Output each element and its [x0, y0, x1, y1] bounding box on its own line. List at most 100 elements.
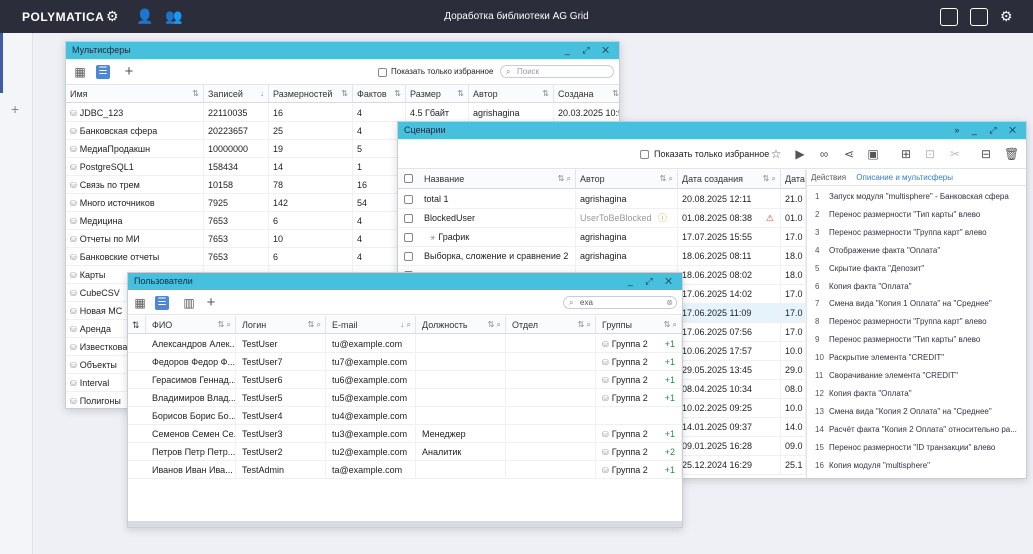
extra-groups-badge[interactable]: +1	[665, 425, 675, 443]
column-header[interactable]: ФИО ⇅ ⌕	[146, 316, 236, 333]
action-item[interactable]: 15 Перенос размерности "ID транзакции" вл…	[807, 439, 1026, 457]
column-header[interactable]: Должность ⇅ ⌕	[416, 316, 506, 333]
tab-description[interactable]: Описание и мультисферы	[856, 173, 953, 182]
column-header[interactable]: Отдел ⇅ ⌕	[506, 316, 596, 333]
extra-groups-badge[interactable]: +1	[665, 389, 675, 407]
select-all-checkbox[interactable]	[404, 174, 413, 183]
cut-icon[interactable]: ✂	[949, 148, 961, 160]
window-controls[interactable]: _ ⤢ ✕	[565, 42, 614, 59]
extra-groups-badge[interactable]: +1	[665, 461, 675, 479]
table-row[interactable]: Семенов Семен Се... TestUser3 tu3@example.…	[128, 425, 682, 443]
search-input[interactable]: ⌕ Поиск	[500, 65, 614, 78]
users-window-header[interactable]: Пользователи _ ⤢ ✕	[128, 273, 682, 290]
grid-view-icon[interactable]: ▦	[74, 66, 86, 78]
action-item[interactable]: 12 Копия факта "Оплата"	[807, 385, 1026, 403]
row-checkbox[interactable]	[404, 252, 413, 261]
sort-icon[interactable]: ⇅ ⌕	[664, 316, 677, 333]
action-item[interactable]: 14 Расчёт факта "Копия 2 Оплата" относите…	[807, 421, 1026, 439]
move-icon[interactable]: ⊡	[924, 148, 936, 160]
action-item[interactable]: 7 Смена вида "Копия 1 Оплата" на "Среднее…	[807, 295, 1026, 313]
sort-desc-icon[interactable]: ↓	[260, 85, 264, 102]
column-header[interactable]: Имя ⇅	[66, 85, 204, 102]
add-icon[interactable]: +	[11, 101, 19, 117]
list-view-icon[interactable]: ☰	[96, 65, 110, 79]
sort-icon[interactable]: ⇅ ⌕	[558, 169, 571, 188]
search-input[interactable]: ⌕ exa ⊗	[563, 296, 677, 309]
sort-icon[interactable]: ⇅	[394, 85, 401, 102]
column-header[interactable]: Название ⇅ ⌕	[420, 169, 576, 188]
grid-view-icon[interactable]: ▦	[134, 297, 146, 309]
window-controls[interactable]: _ ⤢ ✕	[628, 273, 677, 290]
table-row[interactable]: Выборка, сложение и сравнение 2 agrishagi…	[398, 247, 806, 266]
layout-icon[interactable]	[970, 8, 988, 26]
open-folder-icon[interactable]: ⊟	[980, 148, 992, 160]
extra-groups-badge[interactable]: +1	[665, 335, 675, 353]
row-checkbox[interactable]	[404, 233, 413, 242]
action-item[interactable]: 8 Перенос размерности "Группа карт" влево	[807, 313, 1026, 331]
extra-groups-badge[interactable]: +1	[665, 353, 675, 371]
table-row[interactable]: Герасимов Геннад... TestUser6 tu6@example.…	[128, 371, 682, 389]
row-checkbox[interactable]	[404, 195, 413, 204]
list-view-icon[interactable]: ☰	[155, 296, 169, 310]
save-icon[interactable]	[940, 8, 958, 26]
extra-groups-badge[interactable]: +2	[665, 443, 675, 461]
folder-add-icon[interactable]: ⊞	[900, 148, 912, 160]
window-controls[interactable]: » _ ⤢ ✕	[954, 122, 1021, 139]
multispheres-window-header[interactable]: Мультисферы _ ⤢ ✕	[66, 42, 619, 59]
action-item[interactable]: 1 Запуск модуля "multisphere" - Банковска…	[807, 188, 1026, 206]
action-item[interactable]: 16 Копия модуля "multisphere"	[807, 457, 1026, 475]
row-checkbox[interactable]	[404, 214, 413, 223]
extra-groups-badge[interactable]: +1	[665, 371, 675, 389]
link-icon[interactable]: ∞	[818, 148, 830, 160]
action-item[interactable]: 2 Перенос размерности "Тип карты" влево	[807, 206, 1026, 224]
action-item[interactable]: 6 Копия факта "Оплата"	[807, 278, 1026, 296]
sort-icon[interactable]: ⇅	[457, 85, 464, 102]
sort-icon[interactable]: ⇅	[612, 85, 619, 102]
column-header[interactable]: Группы ⇅ ⌕	[596, 316, 682, 333]
action-item[interactable]: 3 Перенос размерности "Группа карт" влево	[807, 224, 1026, 242]
table-row[interactable]: Александров Алек... TestUser tu@example.co…	[128, 335, 682, 353]
column-header-sort[interactable]: ⇅	[128, 316, 146, 333]
action-item[interactable]: 13 Смена вида "Копия 2 Оплата" на "Средне…	[807, 403, 1026, 421]
action-item[interactable]: 11 Сворачивание элемента "CREDIT"	[807, 367, 1026, 385]
star-icon[interactable]: ☆	[770, 148, 782, 160]
trash-icon[interactable]: 🗑	[1004, 148, 1019, 160]
column-header[interactable]: Размерностей ⇅	[269, 85, 353, 102]
table-row[interactable]: Федоров Федор Ф... TestUser7 tu7@example.c…	[128, 353, 682, 371]
column-header[interactable]: Записей ↓	[204, 85, 269, 102]
table-row[interactable]: Владимиров Влад... TestUser5 tu5@example.c…	[128, 389, 682, 407]
sort-icon[interactable]: ⇅	[192, 85, 199, 102]
scenarios-window-header[interactable]: Сценарии » _ ⤢ ✕	[398, 122, 1026, 139]
sort-icon[interactable]: ⇅ ⌕	[763, 169, 776, 188]
sort-icon[interactable]: ⇅ ⌕	[488, 316, 501, 333]
favorites-checkbox[interactable]	[640, 150, 649, 159]
sort-desc-icon[interactable]: ↓ ⌕	[400, 316, 411, 333]
table-row[interactable]: Борисов Борис Бо... TestUser4 tu4@example.…	[128, 407, 682, 425]
action-item[interactable]: 9 Перенос размерности "Тип карты" влево	[807, 331, 1026, 349]
sort-icon[interactable]: ⇅ ⌕	[578, 316, 591, 333]
table-row[interactable]: ⚹ График agrishagina 17.07.2025 15:55 17.0	[398, 228, 806, 247]
share-icon[interactable]: ⋖	[843, 148, 855, 160]
sort-icon[interactable]: ⇅	[542, 85, 549, 102]
table-row[interactable]: Петров Петр Петр... TestUser2 tu2@example.…	[128, 443, 682, 461]
sort-icon[interactable]: ⇅ ⌕	[308, 316, 321, 333]
favorites-checkbox[interactable]	[378, 68, 387, 77]
sort-icon[interactable]: ⇅ ⌕	[660, 169, 673, 188]
settings-icon[interactable]: ⚙	[1000, 8, 1018, 26]
sort-icon[interactable]: ⇅ ⌕	[218, 316, 231, 333]
add-column-icon[interactable]: ▥	[183, 297, 195, 309]
action-item[interactable]: 17Перенос размерности "Группа карт" влев…	[807, 474, 1026, 478]
column-header[interactable]: Автор ⇅ ⌕	[576, 169, 678, 188]
column-header[interactable]: Автор ⇅	[469, 85, 554, 102]
table-row[interactable]: Иванов Иван Ива... TestAdmin ta@example.co…	[128, 461, 682, 479]
users-scrollbar[interactable]	[128, 521, 682, 527]
column-header[interactable]: Создана ⇅	[554, 85, 619, 102]
column-header[interactable]: Дата	[781, 169, 806, 188]
play-icon[interactable]: ▶	[794, 148, 806, 160]
column-header[interactable]: Размер ⇅	[406, 85, 469, 102]
column-header[interactable]: Фактов ⇅	[353, 85, 406, 102]
save-icon[interactable]: ▣	[867, 148, 879, 160]
column-header[interactable]: Дата создания ⇅ ⌕	[678, 169, 781, 188]
table-row[interactable]: BlockedUser UserToBeBlocked ⓘ 01.08.2025 08…	[398, 209, 806, 228]
add-icon[interactable]: +	[205, 295, 217, 310]
